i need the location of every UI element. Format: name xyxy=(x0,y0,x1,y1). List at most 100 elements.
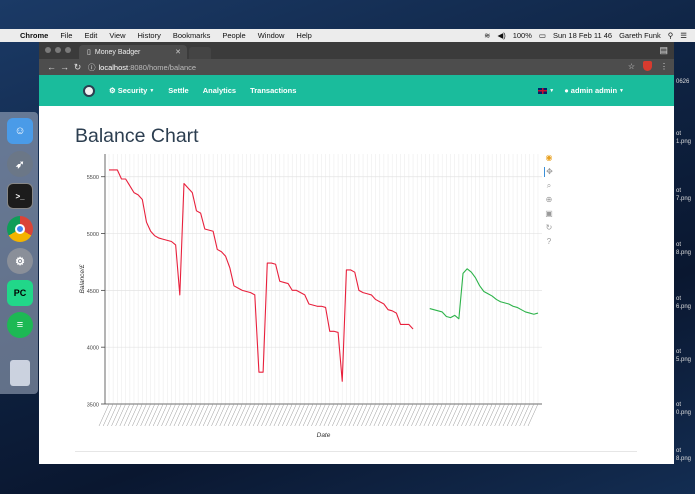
back-icon[interactable]: ← xyxy=(45,62,58,72)
pan-tool-icon[interactable]: ✥ xyxy=(544,167,554,177)
y-tick-label: 5000 xyxy=(87,232,99,238)
user-name[interactable]: Gareth Funk xyxy=(619,31,661,40)
user-icon: ● xyxy=(564,86,569,95)
minimize-window-button[interactable] xyxy=(55,47,61,53)
x-tick-label xyxy=(186,403,197,427)
new-tab-button[interactable] xyxy=(189,47,211,59)
x-tick-label xyxy=(456,403,468,427)
x-tick-label xyxy=(515,403,526,427)
x-tick-label xyxy=(211,403,222,427)
balance-chart[interactable]: 3500 4000 4500 5000 5500 Date Balance/£ xyxy=(72,150,544,446)
spotify-icon[interactable]: ≡ xyxy=(7,312,33,338)
x-tick-label xyxy=(148,403,160,427)
volume-icon[interactable]: ◀) xyxy=(497,31,505,40)
menu-view[interactable]: View xyxy=(103,31,131,40)
terminal-icon[interactable]: >_ xyxy=(7,183,33,209)
nav-settle[interactable]: Settle xyxy=(168,86,188,95)
x-tick-label xyxy=(290,403,301,427)
x-tick-label xyxy=(307,403,318,427)
menu-help[interactable]: Help xyxy=(290,31,317,40)
x-tick-label xyxy=(282,403,293,427)
url-path: :8080/home/balance xyxy=(128,62,197,72)
x-tick-label xyxy=(461,403,472,427)
battery-percent[interactable]: 100% xyxy=(513,31,532,40)
url-host: localhost xyxy=(98,62,129,72)
clock[interactable]: Sun 18 Feb 11 46 xyxy=(553,31,612,40)
money-badger-logo[interactable] xyxy=(83,84,95,97)
x-tick-label xyxy=(469,403,480,427)
x-tick-label xyxy=(423,403,435,427)
x-tick-label xyxy=(348,403,360,427)
reset-icon[interactable]: ↻ xyxy=(544,223,554,233)
nav-security[interactable]: ⚙ Security ▼ xyxy=(109,86,154,95)
x-tick-label xyxy=(444,403,455,427)
x-tick-label xyxy=(257,403,268,427)
chrome-menu-icon[interactable]: ⋮ xyxy=(660,62,668,71)
zoom-window-button[interactable] xyxy=(65,47,71,53)
x-tick-label xyxy=(123,403,135,427)
x-tick-label xyxy=(102,403,114,427)
x-tick-label xyxy=(506,403,518,427)
x-tick-label xyxy=(332,403,343,427)
tab-title: Money Badger xyxy=(94,48,141,56)
browser-window: ▯ Money Badger ✕ ▤ ← → ↻ ⓘ localhost:808… xyxy=(39,42,674,464)
close-window-button[interactable] xyxy=(45,47,51,53)
close-tab-icon[interactable]: ✕ xyxy=(175,48,181,56)
x-tick-label xyxy=(265,403,276,427)
battery-icon[interactable]: ▭ xyxy=(539,31,546,40)
bokeh-logo-icon[interactable]: ◉ xyxy=(544,153,554,163)
x-tick-label xyxy=(273,403,285,427)
x-tick-label xyxy=(323,403,335,427)
menu-people[interactable]: People xyxy=(216,31,251,40)
extension-shield-icon[interactable] xyxy=(643,61,652,71)
user-menu[interactable]: ● admin admin ▼ xyxy=(564,86,624,95)
wheel-zoom-icon[interactable]: ⊕ xyxy=(544,195,554,205)
finder-icon[interactable]: ☺ xyxy=(7,118,33,144)
tab-money-badger[interactable]: ▯ Money Badger ✕ xyxy=(79,45,187,59)
wifi-icon[interactable]: ≋ xyxy=(484,31,490,40)
menu-history[interactable]: History xyxy=(132,31,167,40)
info-icon[interactable]: ⓘ xyxy=(88,62,96,73)
browser-toolbar: ← → ↻ ⓘ localhost:8080/home/balance ☆ ⋮ xyxy=(39,59,674,75)
box-zoom-icon[interactable]: ⌕ xyxy=(544,181,554,191)
x-tick-label xyxy=(381,403,393,427)
x-tick-label xyxy=(502,403,514,427)
notification-center-icon[interactable]: ☰ xyxy=(680,31,687,40)
menu-file[interactable]: File xyxy=(54,31,78,40)
tab-bar: ▯ Money Badger ✕ ▤ xyxy=(39,42,674,59)
save-icon[interactable]: ▣ xyxy=(544,209,554,219)
reload-icon[interactable]: ↻ xyxy=(71,62,84,73)
x-tick-label xyxy=(327,403,339,427)
x-tick-label xyxy=(386,403,397,427)
menu-edit[interactable]: Edit xyxy=(78,31,103,40)
menu-app[interactable]: Chrome xyxy=(14,31,54,40)
launchpad-icon[interactable]: ➶ xyxy=(7,151,33,177)
menu-bookmarks[interactable]: Bookmarks xyxy=(167,31,217,40)
spotlight-icon[interactable]: ⚲ xyxy=(668,31,674,40)
nav-transactions[interactable]: Transactions xyxy=(250,86,296,95)
forward-icon[interactable]: → xyxy=(58,62,71,72)
pycharm-icon[interactable]: PC xyxy=(7,280,33,306)
x-tick-label xyxy=(140,403,151,427)
footer-divider xyxy=(75,451,637,452)
nav-analytics[interactable]: Analytics xyxy=(203,86,236,95)
uk-flag-icon xyxy=(538,87,548,94)
address-bar[interactable]: ⓘ localhost:8080/home/balance xyxy=(88,61,657,73)
help-icon[interactable]: ? xyxy=(544,237,554,247)
y-tick-label: 4000 xyxy=(87,346,99,352)
bookmark-star-icon[interactable]: ☆ xyxy=(628,62,635,71)
profile-icon[interactable]: ▤ xyxy=(659,45,668,56)
language-selector[interactable]: ▼ xyxy=(538,87,554,94)
x-tick-label xyxy=(415,403,426,427)
menu-window[interactable]: Window xyxy=(252,31,291,40)
chrome-icon[interactable] xyxy=(7,216,33,242)
dock: ☺ ➶ >_ ⚙ PC ≡ xyxy=(0,112,38,394)
x-tick-label xyxy=(319,403,330,427)
x-tick-label xyxy=(352,403,364,427)
page-icon: ▯ xyxy=(87,49,91,56)
x-tick-label xyxy=(119,403,131,427)
x-tick-label xyxy=(340,403,351,427)
trash-icon[interactable] xyxy=(10,360,30,386)
system-preferences-icon[interactable]: ⚙ xyxy=(7,248,33,274)
cogs-icon: ⚙ xyxy=(109,86,116,95)
